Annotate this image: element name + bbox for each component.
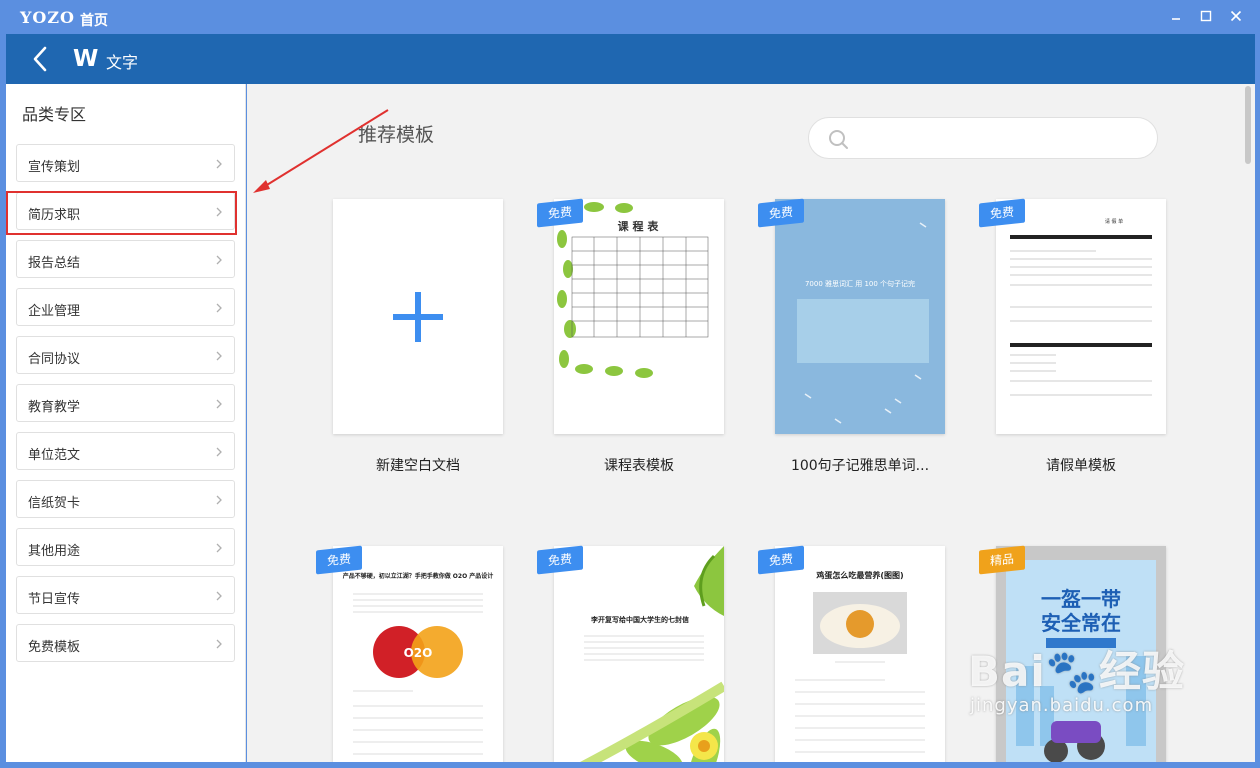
writer-logo-icon: W	[73, 46, 99, 72]
category-label: 免费模板	[28, 640, 81, 655]
template-card-schedule[interactable]: 课 程 表	[554, 199, 724, 434]
leave-thumbnail: 请 假 单	[1010, 218, 1152, 396]
free-badge: 免费	[979, 198, 1025, 228]
svg-text:鸡蛋怎么吃最营养(图图): 鸡蛋怎么吃最营养(图图)	[815, 570, 903, 580]
sidebar-category-item[interactable]: 报告总结	[16, 240, 235, 278]
category-label: 单位范文	[28, 448, 81, 463]
sidebar-category-item[interactable]: 信纸贺卡	[16, 480, 235, 518]
egg-thumbnail: 鸡蛋怎么吃最营养(图图)	[795, 570, 925, 753]
o2o-thumbnail: 产品不够硬，初以立江湖？手把手教你做 O2O 产品设计 O2O	[343, 572, 494, 755]
template-name: 请假单模板	[1046, 458, 1116, 474]
sidebar-category-item[interactable]: 宣传策划	[16, 144, 235, 182]
back-arrow-icon[interactable]	[32, 46, 48, 72]
svg-text:课 程 表: 课 程 表	[618, 219, 660, 233]
chevron-right-icon	[216, 495, 222, 505]
premium-badge: 精品	[979, 545, 1025, 575]
brand-logo: YOZO	[20, 8, 75, 27]
chevron-right-icon	[216, 255, 222, 265]
free-badge: 免费	[758, 198, 804, 228]
chevron-right-icon	[216, 399, 222, 409]
svg-text:安全常在: 安全常在	[1041, 611, 1121, 635]
category-sidebar: 品类专区 宣传策划简历求职报告总结企业管理合同协议教育教学单位范文信纸贺卡其他用…	[6, 84, 246, 762]
title-bar: YOZO 首页	[0, 0, 1260, 34]
watermark-url: jingyan.baidu.com	[970, 695, 1154, 716]
sidebar-title: 品类专区	[22, 105, 87, 124]
sidebar-category-item[interactable]: 节日宣传	[16, 576, 235, 614]
template-card-blank[interactable]	[333, 199, 503, 434]
section-title: 推荐模板	[358, 124, 435, 146]
chevron-right-icon	[216, 351, 222, 361]
template-card-ielts[interactable]: 7000 雅思词汇 用 100 个句子记完	[775, 199, 945, 434]
plus-icon	[393, 292, 443, 342]
app-header: W 文字	[6, 34, 1255, 84]
free-badge: 免费	[537, 545, 583, 575]
svg-text:产品不够硬，初以立江湖？手把手教你做 O2O 产品设计: 产品不够硬，初以立江湖？手把手教你做 O2O 产品设计	[343, 572, 494, 580]
sidebar-category-item[interactable]: 企业管理	[16, 288, 235, 326]
ielts-thumbnail: 7000 雅思词汇 用 100 个句子记完	[775, 199, 945, 434]
svg-text:O2O: O2O	[404, 646, 433, 660]
category-label: 宣传策划	[28, 160, 81, 175]
maximize-icon[interactable]	[1199, 9, 1213, 23]
chevron-right-icon	[216, 159, 222, 169]
category-label: 信纸贺卡	[28, 496, 81, 511]
close-icon[interactable]	[1229, 9, 1243, 23]
chevron-right-icon	[216, 207, 222, 217]
sidebar-category-item[interactable]: 合同协议	[16, 336, 235, 374]
letters-thumbnail: 李开复写给中国大学生的七封信	[580, 546, 724, 762]
sidebar-category-item[interactable]: 简历求职	[16, 192, 235, 230]
template-card-leave[interactable]: 请 假 单	[996, 199, 1166, 434]
watermark-logo: Bai🐾经验	[968, 647, 1186, 696]
category-label: 报告总结	[28, 256, 81, 271]
category-label: 企业管理	[28, 304, 81, 319]
free-badge: 免费	[316, 545, 362, 575]
svg-text:李开复写给中国大学生的七封信: 李开复写给中国大学生的七封信	[590, 615, 689, 624]
search-icon	[829, 130, 848, 149]
scrollbar[interactable]	[1243, 84, 1255, 762]
minimize-icon[interactable]	[1169, 9, 1183, 23]
svg-text:7000 雅思词汇 用 100 个句子记完: 7000 雅思词汇 用 100 个句子记完	[805, 279, 915, 288]
chevron-right-icon	[216, 591, 222, 601]
category-label: 合同协议	[28, 352, 81, 367]
free-badge: 免费	[758, 545, 804, 575]
scrollbar-thumb[interactable]	[1245, 86, 1251, 164]
chevron-right-icon	[216, 447, 222, 457]
template-card-o2o[interactable]: 产品不够硬，初以立江湖？手把手教你做 O2O 产品设计 O2O	[333, 546, 503, 762]
svg-text:一盔一带: 一盔一带	[1041, 587, 1121, 611]
category-label: 其他用途	[28, 544, 81, 559]
app-name: 文字	[106, 53, 139, 72]
chevron-right-icon	[216, 639, 222, 649]
free-badge: 免费	[537, 198, 583, 228]
template-name: 课程表模板	[604, 458, 674, 474]
template-name: 100句子记雅思单词...	[790, 458, 930, 474]
category-label: 简历求职	[28, 208, 81, 223]
window-title: 首页	[80, 13, 108, 29]
sidebar-category-item[interactable]: 教育教学	[16, 384, 235, 422]
sidebar-category-item[interactable]: 免费模板	[16, 624, 235, 662]
baidu-jingyan-watermark: Bai🐾经验 jingyan.baidu.com	[968, 638, 1186, 716]
svg-text:请 假 单: 请 假 单	[1105, 218, 1123, 225]
template-card-egg[interactable]: 鸡蛋怎么吃最营养(图图)	[775, 546, 945, 762]
category-label: 节日宣传	[28, 592, 81, 607]
category-label: 教育教学	[28, 400, 81, 415]
template-card-letters[interactable]: 李开复写给中国大学生的七封信	[554, 546, 724, 762]
template-name: 新建空白文档	[376, 458, 460, 474]
search-input[interactable]	[808, 117, 1158, 159]
chevron-right-icon	[216, 543, 222, 553]
schedule-thumbnail: 课 程 表	[557, 202, 709, 378]
sidebar-category-item[interactable]: 单位范文	[16, 432, 235, 470]
sidebar-category-item[interactable]: 其他用途	[16, 528, 235, 566]
chevron-right-icon	[216, 303, 222, 313]
